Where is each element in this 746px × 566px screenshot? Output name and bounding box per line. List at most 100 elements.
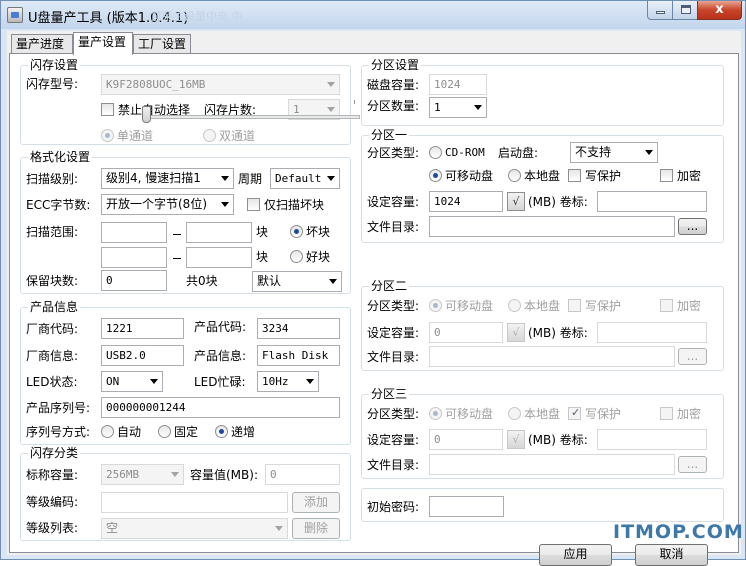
scan-level-label: 扫描级别: [26,172,79,186]
led-busy-value: 10Hz [262,375,289,388]
p2-browse-button[interactable]: ... [678,348,707,365]
grade-list-label: 等级列表: [26,521,79,535]
bad-block-label: 坏块 [306,225,331,239]
p2-encrypt-checkbox[interactable] [660,299,673,312]
delete-grade-button[interactable]: 删除 [292,518,340,539]
partition3-title: 分区三 [369,387,410,401]
grade-code-label: 等级编码: [26,495,79,509]
scan-range-end-1[interactable] [186,222,252,243]
good-block-radio[interactable] [290,250,303,263]
product-code-label: 产品代码: [194,320,247,334]
period-select[interactable]: Default [270,168,340,189]
grade-code-input[interactable] [101,492,288,513]
minimize-button[interactable] [647,1,673,20]
p3-capacity-input[interactable]: 0 [429,429,503,450]
add-grade-button[interactable]: 添加 [292,492,340,513]
close-button[interactable]: x [697,1,742,20]
p2-removable-radio[interactable] [429,299,442,312]
period-label: 周期 [238,172,263,186]
p3-write-protect-checkbox[interactable]: ✓ [568,406,581,420]
p1-cdrom-radio[interactable] [429,146,442,159]
apply-button[interactable]: 应用 [539,544,612,566]
reserved-mode-select[interactable]: 默认 [252,271,342,292]
p1-removable-radio[interactable] [429,169,442,182]
scan-bad-only-label: 仅扫描坏块 [264,198,325,212]
vendor-info-input[interactable]: USB2.0 [101,345,184,366]
flash-model-label: 闪存型号: [26,77,79,91]
serial-mode-increment-radio[interactable] [215,425,228,438]
dual-channel-radio[interactable] [203,129,216,142]
p1-volume-input[interactable] [597,191,707,212]
p1-local-radio[interactable] [508,169,521,182]
bad-block-radio[interactable] [290,225,303,238]
serial-mode-label: 序列号方式: [26,425,91,439]
title-bar[interactable]: U盘量产工具 (版本1.0.4.1) 慧荣主设量中电 中 x [1,1,745,29]
p3-local-radio[interactable] [508,407,521,420]
p3-encrypt-checkbox[interactable] [660,407,673,420]
p1-encrypt-checkbox[interactable] [660,169,673,182]
p3-removable-radio[interactable] [429,407,442,420]
reserved-blocks-input[interactable]: 0 [101,270,167,291]
p2-dir-input[interactable] [429,346,675,367]
single-channel-label: 单通道 [117,129,154,143]
vendor-code-input[interactable]: 1221 [101,318,184,339]
reserved-mode-value: 默认 [257,274,282,288]
p1-write-protect-checkbox[interactable] [568,169,581,182]
p2-volume-input[interactable] [597,322,707,343]
p1-capacity-input[interactable]: 1024 [429,191,503,212]
nominal-capacity-select[interactable]: 256MB [101,464,184,485]
disk-capacity-input[interactable]: 1024 [429,74,487,95]
product-info-input[interactable]: Flash Disk [257,345,340,366]
scan-range-start-1[interactable] [101,222,167,243]
tab-progress[interactable]: 量产进度 [11,34,73,54]
maximize-button[interactable] [672,1,698,20]
p2-capacity-input[interactable]: 0 [429,322,503,343]
tab-factory[interactable]: 工厂设置 [133,34,191,54]
p1-browse-button[interactable]: ... [678,218,707,235]
product-code-input[interactable]: 3234 [257,318,340,339]
p2-write-protect-checkbox[interactable] [568,299,581,312]
p1-boot-select[interactable]: 不支持 [570,142,658,163]
title-ghost-text: 慧荣主设量中电 中 [151,10,243,23]
chevron-down-icon [327,82,335,87]
scan-range-start-2[interactable] [101,247,167,268]
cancel-button[interactable]: 取消 [635,544,708,566]
tab-settings[interactable]: 量产设置 [73,32,133,55]
disable-auto-select-checkbox[interactable] [101,103,114,116]
scan-level-select[interactable]: 级别4, 慢速扫描1 [101,168,234,189]
calculator-icon: √ [512,195,520,208]
partition-slider-track[interactable] [144,115,360,119]
p2-capacity-label: 设定容量: [367,326,420,340]
ecc-bytes-select[interactable]: 开放一个字节(8位) [101,194,234,215]
p1-dir-input[interactable] [429,216,675,237]
initial-password-input[interactable] [429,496,504,517]
p3-volume-input[interactable] [597,429,707,450]
p3-calc-button[interactable]: √ [507,430,525,449]
p2-calc-button[interactable]: √ [507,323,525,342]
partition-count-value: 1 [434,101,441,114]
serial-mode-fixed-radio[interactable] [158,425,171,438]
p1-calc-button[interactable]: √ [507,192,525,211]
dual-channel-label: 双通道 [219,129,256,143]
flash-model-select[interactable]: K9F2808UOC_16MB [101,74,340,95]
p3-dir-input[interactable] [429,454,675,475]
p2-local-radio[interactable] [508,299,521,312]
partition-slider-thumb[interactable] [142,106,151,123]
scan-range-end-2[interactable] [186,247,252,268]
led-status-select[interactable]: ON [101,371,163,392]
flash-category-title: 闪存分类 [28,446,81,460]
serial-number-label: 产品序列号: [26,401,91,415]
p2-removable-label: 可移动盘 [445,299,494,313]
maximize-icon [681,5,691,14]
scan-bad-only-checkbox[interactable] [247,198,260,211]
serial-mode-auto-radio[interactable] [101,425,114,438]
capacity-value-input[interactable]: 0 [265,464,340,485]
led-busy-label: LED忙碌: [194,375,246,389]
grade-list-select[interactable]: 空 [101,518,288,539]
serial-number-input[interactable]: 000000001244 [101,397,340,418]
led-busy-select[interactable]: 10Hz [257,371,319,392]
p3-browse-button[interactable]: ... [678,456,707,473]
single-channel-radio[interactable] [101,129,114,142]
partition-count-select[interactable]: 1 [429,97,487,118]
serial-mode-auto-label: 自动 [117,425,142,439]
